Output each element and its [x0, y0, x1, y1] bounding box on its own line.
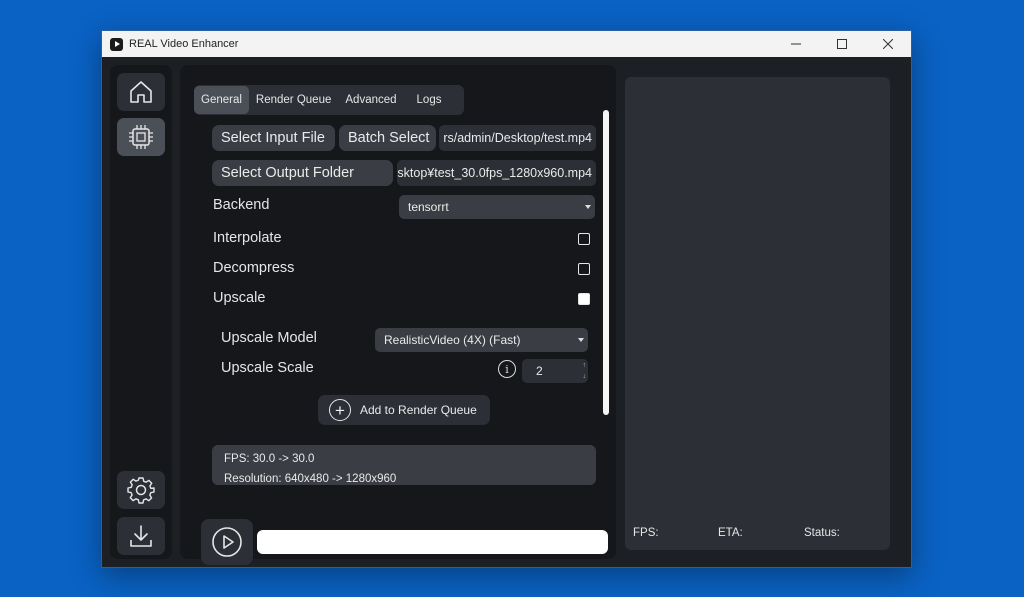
eta-status-label: ETA: [718, 527, 743, 539]
sidebar [110, 65, 172, 559]
app-logo-icon [110, 37, 123, 51]
decompress-checkbox[interactable] [578, 263, 590, 275]
preview-panel [625, 77, 890, 550]
tab-bar: General Render Queue Advanced Logs [194, 85, 464, 115]
upscale-scale-spinbox[interactable]: 2 ↑ ↓ [522, 359, 588, 383]
backend-label: Backend [213, 197, 270, 213]
tab-logs[interactable]: Logs [404, 86, 449, 114]
sidebar-item-cpu[interactable] [117, 118, 165, 156]
upscale-model-select[interactable]: RealisticVideo (4X) (Fast) [375, 328, 588, 352]
upscale-label: Upscale [213, 290, 266, 306]
spin-arrows-icon[interactable]: ↑ ↓ [583, 360, 587, 382]
upscale-model-value: RealisticVideo (4X) (Fast) [384, 333, 521, 347]
window-title: REAL Video Enhancer [129, 38, 239, 50]
minimize-icon [791, 43, 801, 45]
upscale-scale-label: Upscale Scale [221, 360, 314, 376]
info-resolution: Resolution: 640x480 -> 1280x960 [224, 473, 397, 485]
sidebar-item-settings[interactable] [117, 471, 165, 509]
tab-render-queue[interactable]: Render Queue [249, 86, 338, 114]
interpolate-checkbox[interactable] [578, 233, 590, 245]
vertical-scrollbar[interactable] [603, 110, 609, 415]
upscale-scale-value: 2 [536, 364, 543, 378]
tab-general[interactable]: General [194, 86, 249, 114]
close-button[interactable] [865, 31, 911, 57]
play-icon [212, 527, 242, 557]
maximize-icon [837, 39, 847, 49]
input-path-text: rs/admin/Desktop/test.mp4 [443, 131, 592, 145]
output-path-field[interactable]: esktop¥test_30.0fps_1280x960.mp4 [397, 160, 596, 186]
gear-icon [127, 477, 155, 504]
status-label: Status: [804, 527, 840, 539]
info-fps: FPS: 30.0 -> 30.0 [224, 453, 315, 465]
interpolate-label: Interpolate [213, 230, 282, 246]
chevron-down-icon [578, 338, 584, 342]
plus-circle-icon: + [329, 399, 351, 421]
select-input-button[interactable]: Select Input File [212, 125, 335, 151]
tab-advanced[interactable]: Advanced [338, 86, 403, 114]
sidebar-item-download[interactable] [117, 517, 165, 555]
close-icon [883, 39, 893, 49]
start-render-button[interactable] [201, 519, 253, 565]
app-window: REAL Video Enhancer General Render Queue… [101, 30, 912, 568]
home-icon [130, 81, 152, 103]
minimize-button[interactable] [773, 31, 819, 57]
render-progress-bar [257, 530, 608, 554]
download-icon [130, 525, 152, 547]
video-info-box: FPS: 30.0 -> 30.0 Resolution: 640x480 ->… [212, 445, 596, 485]
add-to-render-queue-label: Add to Render Queue [360, 403, 477, 417]
settings-panel: General Render Queue Advanced Logs Selec… [180, 65, 616, 559]
info-icon[interactable]: i [498, 360, 516, 378]
select-output-button[interactable]: Select Output Folder [212, 160, 393, 186]
decompress-label: Decompress [213, 260, 295, 276]
add-to-render-queue-button[interactable]: + Add to Render Queue [318, 395, 490, 425]
title-bar[interactable]: REAL Video Enhancer [102, 31, 911, 57]
upscale-checkbox[interactable] [578, 293, 590, 305]
cpu-icon [129, 125, 153, 149]
chevron-down-icon [585, 205, 591, 209]
upscale-model-label: Upscale Model [221, 330, 317, 346]
backend-value: tensorrt [408, 200, 449, 214]
sidebar-item-home[interactable] [117, 73, 165, 111]
fps-status-label: FPS: [633, 527, 659, 539]
input-path-field[interactable]: rs/admin/Desktop/test.mp4 [439, 125, 596, 151]
output-path-text: esktop¥test_30.0fps_1280x960.mp4 [397, 166, 592, 180]
batch-select-button[interactable]: Batch Select [339, 125, 436, 151]
window-body: General Render Queue Advanced Logs Selec… [102, 57, 911, 567]
maximize-button[interactable] [819, 31, 865, 57]
backend-select[interactable]: tensorrt [399, 195, 595, 219]
